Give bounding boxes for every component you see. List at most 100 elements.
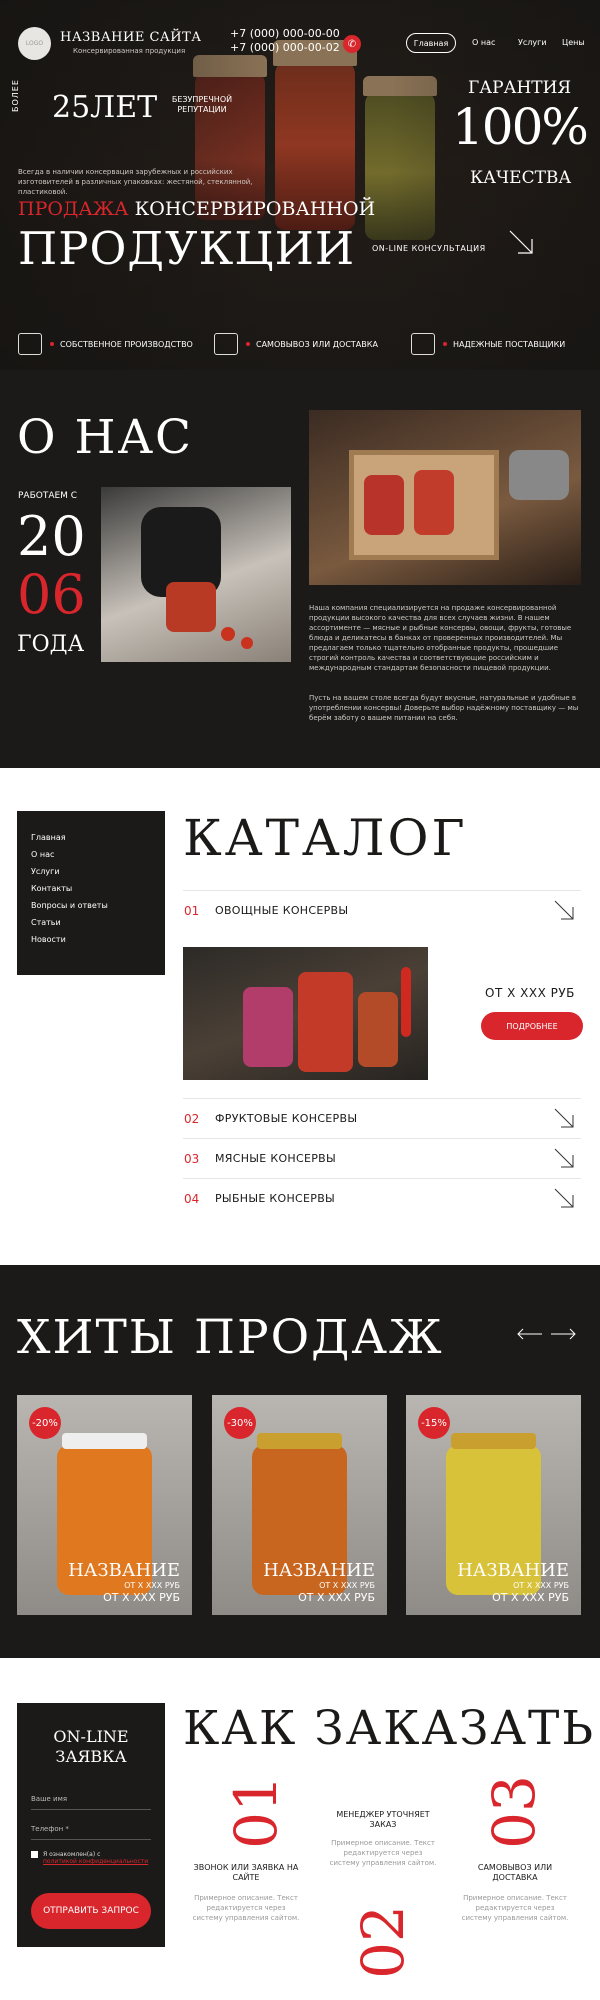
arrow-down-right-icon[interactable]	[553, 1107, 575, 1129]
hero-section: LOGO НАЗВАНИЕ САЙТА Консервированная про…	[0, 0, 600, 370]
hits-title: ХИТЫ ПРОДАЖ	[17, 1310, 444, 1365]
step-number: 03	[480, 1775, 548, 1849]
consent-label: Я ознакомлен(а) с	[43, 1851, 101, 1858]
hero-heading-rest: КОНСЕРВИРОВАННОЙ	[134, 198, 376, 220]
working-since-label: РАБОТАЕМ С	[18, 491, 78, 501]
discount-badge: -20%	[29, 1407, 61, 1439]
catalog-item-fish[interactable]: 04 РЫБНЫЕ КОНСЕРВЫ	[183, 1178, 581, 1218]
catalog-item-number: 04	[184, 1191, 200, 1206]
catalog-price: ОТ Х ХХХ РУБ	[485, 986, 575, 1000]
product-price: ОТ Х ХХХ РУБ	[492, 1591, 569, 1604]
product-old-price: ОТ Х ХХХ РУБ	[124, 1581, 180, 1590]
submit-button[interactable]: ОТПРАВИТЬ ЗАПРОС	[31, 1893, 151, 1929]
side-menu: Главная О нас Услуги Контакты Вопросы и …	[17, 811, 165, 975]
feature-dot	[50, 342, 54, 346]
side-menu-item[interactable]: Статьи	[31, 918, 151, 935]
years-count: 25ЛЕТ	[52, 90, 158, 125]
arrow-down-right-icon[interactable]	[553, 899, 575, 921]
feature-production: СОБСТВЕННОЕ ПРОИЗВОДСТВО	[18, 333, 193, 355]
year-part-2: 06	[17, 563, 86, 626]
step-number: 02	[349, 1905, 417, 1979]
truck-icon	[411, 333, 435, 355]
catalog-item-number: 03	[184, 1151, 200, 1166]
catalog-item-meat[interactable]: 03 МЯСНЫЕ КОНСЕРВЫ	[183, 1138, 581, 1178]
product-name: НАЗВАНИЕ	[68, 1560, 180, 1581]
product-old-price: ОТ Х ХХХ РУБ	[319, 1581, 375, 1590]
more-label: БОЛЕЕ	[11, 79, 20, 112]
catalog-item-vegetables[interactable]: 01 ОВОЩНЫЕ КОНСЕРВЫ	[183, 890, 581, 930]
about-paragraph-2: Пусть на вашем столе всегда будут вкусны…	[309, 694, 579, 722]
years-label: ГОДА	[17, 632, 85, 657]
product-old-price: ОТ Х ХХХ РУБ	[513, 1581, 569, 1590]
form-title: ON-LINE ЗАЯВКА	[53, 1727, 129, 1766]
checkbox-box[interactable]	[31, 1851, 38, 1858]
step-number: 01	[222, 1775, 290, 1849]
arrow-down-right-icon[interactable]	[553, 1187, 575, 1209]
name-field[interactable]: Ваше имя	[31, 1795, 151, 1810]
product-card[interactable]: -30% НАЗВАНИЕ ОТ Х ХХХ РУБ ОТ Х ХХХ РУБ	[212, 1395, 387, 1615]
about-paragraph-1: Наша компания специализируется на продаж…	[309, 604, 572, 672]
consult-arrow-icon[interactable]	[508, 229, 534, 255]
order-section: ON-LINE ЗАЯВКА Ваше имя Телефон * Я озна…	[0, 1658, 600, 2000]
product-price: ОТ Х ХХХ РУБ	[298, 1591, 375, 1604]
side-menu-item[interactable]: О нас	[31, 850, 151, 867]
catalog-item-number: 01	[184, 903, 200, 918]
phone-field[interactable]: Телефон *	[31, 1825, 151, 1840]
step-description: Примерное описание. Текст редактируется …	[192, 1894, 300, 1922]
side-menu-item[interactable]: Контакты	[31, 884, 151, 901]
catalog-item-label: ФРУКТОВЫЕ КОНСЕРВЫ	[215, 1112, 358, 1125]
nav-item-about[interactable]: О нас	[472, 38, 495, 47]
page: LOGO НАЗВАНИЕ САЙТА Консервированная про…	[0, 0, 600, 2000]
discount-badge: -15%	[418, 1407, 450, 1439]
arrow-right-icon[interactable]	[550, 1328, 576, 1340]
catalog-title: КАТАЛОГ	[183, 809, 468, 867]
phone-call-icon[interactable]: ✆	[343, 35, 361, 53]
product-name: НАЗВАНИЕ	[457, 1560, 569, 1581]
side-menu-item[interactable]: Новости	[31, 935, 151, 952]
about-title: О НАС	[17, 410, 194, 465]
phones: +7 (000) 000-00-00 +7 (000) 000-00-02	[230, 27, 340, 55]
about-photo-cooking	[101, 487, 291, 662]
step-title: САМОВЫВОЗ ИЛИ ДОСТАВКА	[477, 1863, 553, 1882]
logo[interactable]: LOGO	[18, 27, 51, 60]
privacy-link[interactable]: политикой конфиденциальности	[43, 1858, 148, 1865]
nav-item-services[interactable]: Услуги	[518, 38, 547, 47]
phone-1[interactable]: +7 (000) 000-00-00	[230, 27, 340, 41]
factory-icon	[18, 333, 42, 355]
quality-label: КАЧЕСТВА	[470, 168, 572, 188]
hero-heading-line1: ПРОДАЖА КОНСЕРВИРОВАННОЙ	[18, 198, 375, 220]
feature-label: САМОВЫВОЗ ИЛИ ДОСТАВКА	[256, 339, 378, 349]
reputation-label: БЕЗУПРЕЧНОЙ РЕПУТАЦИИ	[171, 95, 233, 114]
nav-item-prices[interactable]: Цены	[562, 38, 585, 47]
arrow-down-right-icon[interactable]	[553, 1147, 575, 1169]
product-card[interactable]: -20% НАЗВАНИЕ ОТ Х ХХХ РУБ ОТ Х ХХХ РУБ	[17, 1395, 192, 1615]
year-part-1: 20	[17, 505, 86, 568]
feature-delivery: САМОВЫВОЗ ИЛИ ДОСТАВКА	[214, 333, 378, 355]
catalog-section: Главная О нас Услуги Контакты Вопросы и …	[0, 768, 600, 1265]
discount-badge: -30%	[224, 1407, 256, 1439]
catalog-item-number: 02	[184, 1111, 200, 1126]
guarantee-label: ГАРАНТИЯ	[468, 78, 572, 98]
hero-heading-accent: ПРОДАЖА	[18, 198, 129, 220]
feature-label: НАДЕЖНЫЕ ПОСТАВЩИКИ	[453, 339, 566, 349]
hero-heading-line2: ПРОДУКЦИИ	[18, 222, 356, 275]
catalog-item-label: РЫБНЫЕ КОНСЕРВЫ	[215, 1192, 336, 1205]
consult-link[interactable]: ON-LINE КОНСУЛЬТАЦИЯ	[372, 244, 486, 253]
nav-item-home[interactable]: Главная	[406, 33, 456, 53]
catalog-item-fruits[interactable]: 02 ФРУКТОВЫЕ КОНСЕРВЫ	[183, 1098, 581, 1138]
map-icon	[214, 333, 238, 355]
side-menu-item[interactable]: Главная	[31, 833, 151, 850]
step-description: Примерное описание. Текст редактируется …	[329, 1839, 437, 1867]
side-menu-item[interactable]: Услуги	[31, 867, 151, 884]
consent-checkbox[interactable]: Я ознакомлен(а) с политикой конфиденциаль…	[31, 1851, 148, 1865]
phone-2[interactable]: +7 (000) 000-00-02	[230, 41, 340, 55]
product-price: ОТ Х ХХХ РУБ	[103, 1591, 180, 1604]
feature-dot	[443, 342, 447, 346]
product-card[interactable]: -15% НАЗВАНИЕ ОТ Х ХХХ РУБ ОТ Х ХХХ РУБ	[406, 1395, 581, 1615]
site-name[interactable]: НАЗВАНИЕ САЙТА	[60, 30, 202, 45]
more-button[interactable]: ПОДРОБНЕЕ	[481, 1012, 583, 1040]
arrow-left-icon[interactable]	[517, 1328, 543, 1340]
guarantee-percent: 100%	[452, 98, 589, 156]
side-menu-item[interactable]: Вопросы и ответы	[31, 901, 151, 918]
catalog-item-label: ОВОЩНЫЕ КОНСЕРВЫ	[215, 904, 349, 917]
